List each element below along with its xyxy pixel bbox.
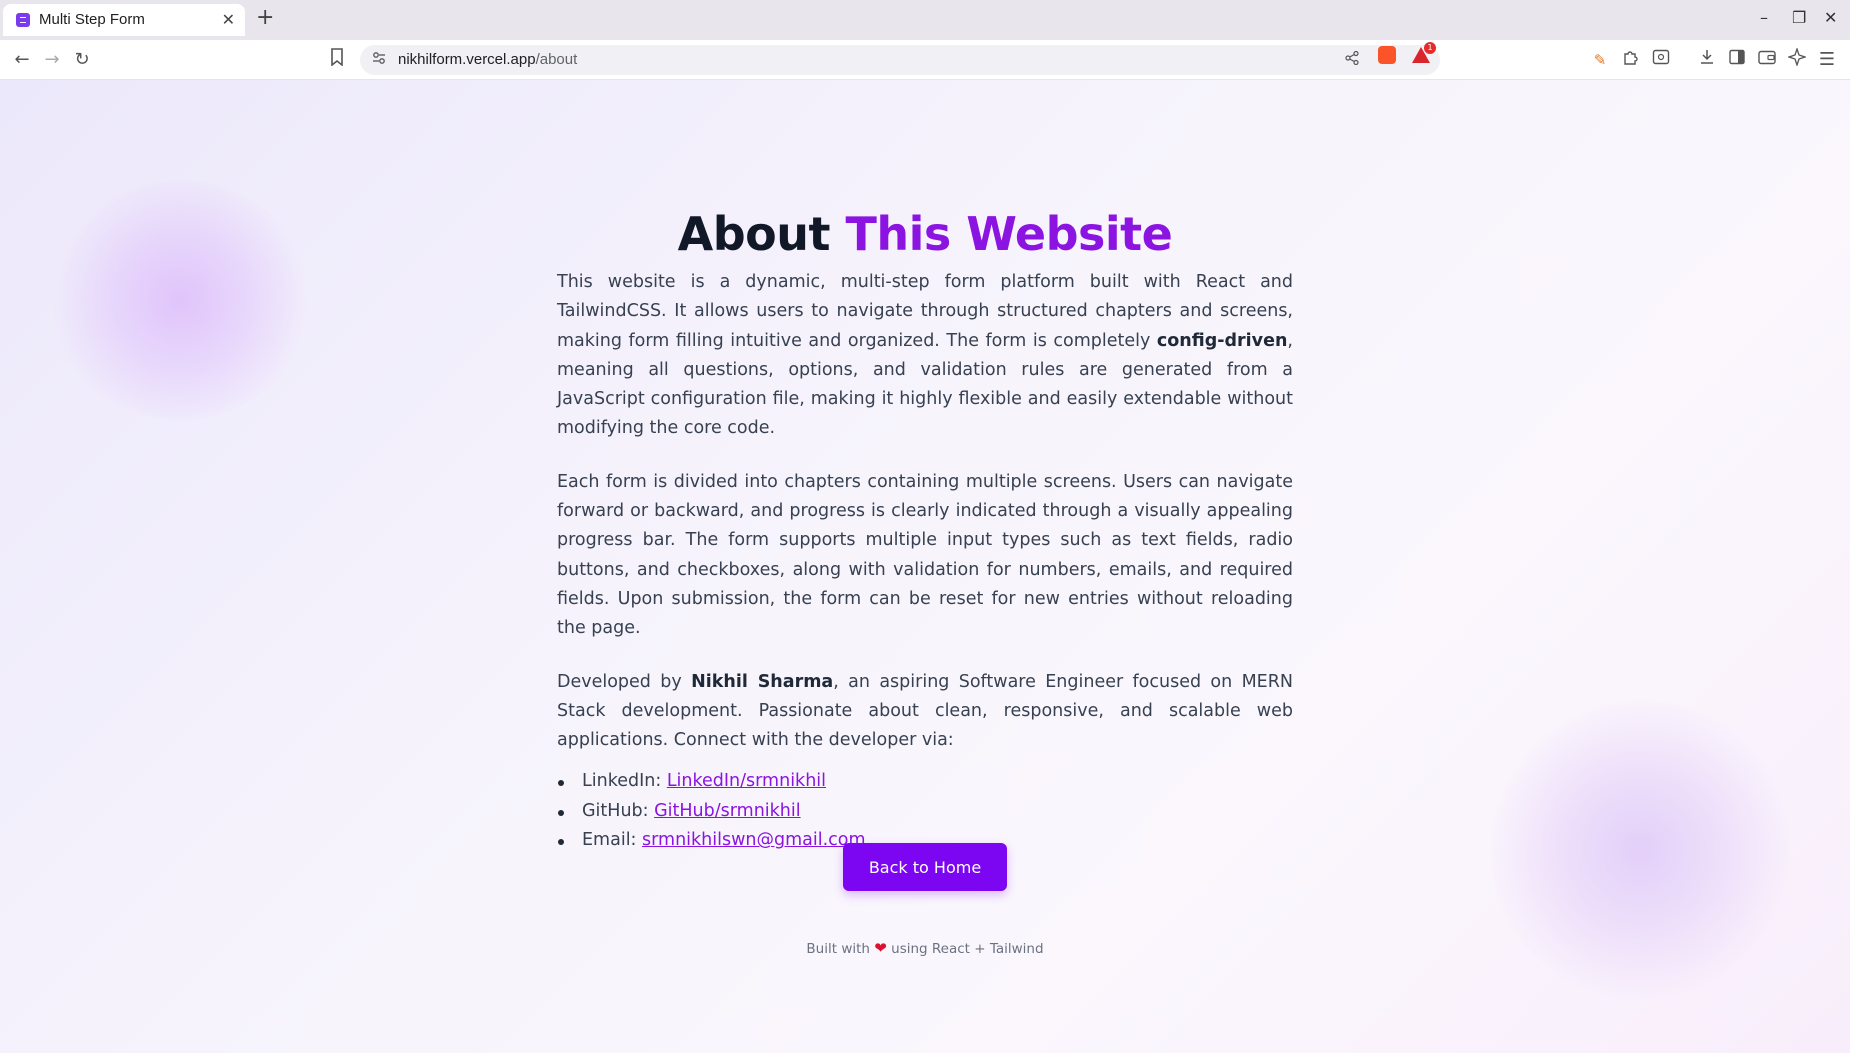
list-item: LinkedIn: LinkedIn/srmnikhil <box>557 767 1293 797</box>
about-content: This website is a dynamic, multi-step fo… <box>557 268 1293 856</box>
leo-ai-icon[interactable] <box>1785 46 1809 72</box>
browser-tab[interactable]: Multi Step Form ✕ <box>3 4 245 36</box>
back-icon[interactable]: ← <box>10 48 34 72</box>
tab-title: Multi Step Form <box>39 11 145 28</box>
email-link[interactable]: srmnikhilswn@gmail.com <box>642 830 866 850</box>
rewards-badge: 1 <box>1424 42 1436 54</box>
wallet-icon[interactable] <box>1755 48 1779 72</box>
minimize-icon[interactable]: – <box>1760 8 1768 27</box>
link-label: Email: <box>582 830 643 851</box>
share-icon[interactable] <box>1340 48 1364 72</box>
brave-shields-icon[interactable] <box>1378 46 1396 64</box>
title-main: About <box>677 206 846 261</box>
developer-text: Developed by <box>557 671 692 692</box>
sidebar-icon[interactable] <box>1725 48 1749 72</box>
form-favicon-icon <box>16 13 30 27</box>
reader-icon[interactable] <box>1649 48 1673 72</box>
config-driven-bold: config-driven <box>1156 330 1288 351</box>
developer-name: Nikhil Sharma <box>691 671 834 692</box>
developer-paragraph: Developed by Nikhil Sharma, an aspiring … <box>557 668 1293 756</box>
maximize-icon[interactable]: ❐ <box>1792 8 1806 27</box>
browser-toolbar: ← → ↻ nikhilform.vercel.app/about 1 ✎ ☰ <box>0 40 1850 80</box>
url-path: /about <box>535 51 578 68</box>
tab-close-icon[interactable]: ✕ <box>222 10 235 29</box>
footer: Built with ❤ using React + Tailwind <box>0 939 1850 957</box>
url-host: nikhilform.vercel.app <box>398 51 536 68</box>
linkedin-link[interactable]: LinkedIn/srmnikhil <box>667 771 826 791</box>
features-paragraph: Each form is divided into chapters conta… <box>557 471 1293 639</box>
link-label: GitHub: <box>582 800 655 821</box>
intro-paragraph: This website is a dynamic, multi-step fo… <box>557 268 1293 444</box>
github-link[interactable]: GitHub/srmnikhil <box>654 801 801 821</box>
address-bar[interactable]: nikhilform.vercel.app/about <box>360 45 1440 75</box>
download-icon[interactable] <box>1695 48 1719 72</box>
bookmark-icon[interactable] <box>325 48 349 72</box>
list-item: GitHub: GitHub/srmnikhil <box>557 797 1293 827</box>
extensions-icon[interactable] <box>1619 48 1643 72</box>
new-tab-button[interactable]: + <box>256 6 274 30</box>
forward-icon[interactable]: → <box>40 48 64 72</box>
footer-text: Built with <box>806 941 875 957</box>
heart-icon: ❤ <box>874 939 887 957</box>
url-text: nikhilform.vercel.app/about <box>398 51 577 68</box>
link-label: LinkedIn: <box>582 771 667 792</box>
title-accent: This Website <box>845 206 1173 261</box>
browser-tab-bar: Multi Step Form ✕ + – ❐ ✕ <box>0 0 1850 40</box>
page-background: About This Website This website is a dyn… <box>0 80 1850 1053</box>
page-title: About This Website <box>0 207 1850 261</box>
footer-text-end: using React + Tailwind <box>886 941 1044 957</box>
reload-icon[interactable]: ↻ <box>70 48 94 72</box>
site-info-icon[interactable] <box>372 51 386 69</box>
close-window-icon[interactable]: ✕ <box>1824 8 1837 27</box>
menu-icon[interactable]: ☰ <box>1815 48 1839 72</box>
back-to-home-button[interactable]: Back to Home <box>843 843 1007 891</box>
pen-icon[interactable]: ✎ <box>1588 48 1612 72</box>
